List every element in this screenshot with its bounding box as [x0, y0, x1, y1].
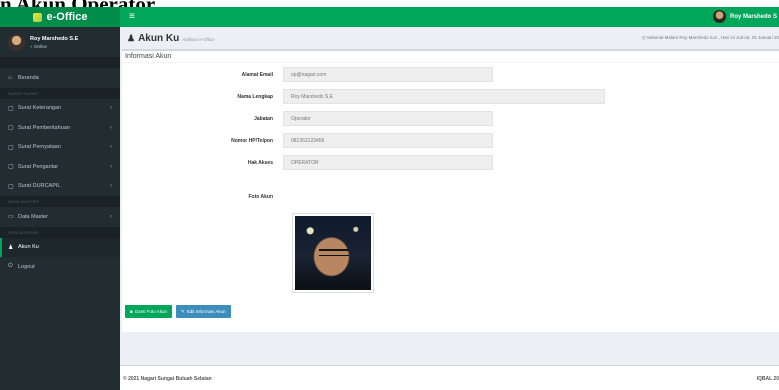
email-field[interactable]: op@nagari.com: [283, 67, 493, 82]
clock-icon: ◷: [641, 35, 646, 40]
email-label: Alamat Email: [241, 71, 273, 78]
menu-toggle-icon[interactable]: ≡: [129, 11, 135, 23]
avatar: [712, 10, 726, 23]
page-title: ♟ Akun Ku Aplikasi e-Office: [127, 33, 215, 44]
sidebar-item-label: Surat Pernyataan: [18, 144, 61, 151]
sidebar-item-label: Surat Pengantar: [18, 163, 59, 170]
sidebar-item-surat-keterangan[interactable]: ▢ Surat Keterangan ‹: [0, 99, 120, 119]
access-field[interactable]: OPERATOR: [283, 155, 493, 170]
profile-photo-image: [295, 216, 371, 290]
action-buttons: ◙ Ganti Foto Akun ✎ Edit Informasi Akun: [125, 305, 231, 318]
fullname-row: Nama Lengkap Roy Marshedo S.E: [122, 89, 605, 104]
document-icon: ▢: [8, 164, 14, 171]
glasses-shape: [319, 249, 349, 256]
sidebar-item-label: Surat DURCAPIL: [18, 183, 61, 190]
account-photo: [292, 213, 374, 293]
top-navbar: e-Office ≡ Roy Marshedo S: [0, 7, 779, 27]
access-label: Hak Akses: [247, 159, 273, 166]
chevron-left-icon: ‹: [110, 183, 112, 190]
phone-label: Nomor HP/Telpon: [231, 137, 273, 144]
access-row: Hak Akses OPERATOR: [122, 155, 493, 170]
phone-field[interactable]: 081363123456: [283, 133, 493, 148]
email-row: Alamat Email op@nagari.com: [122, 67, 493, 82]
sidebar-header: [0, 57, 120, 68]
page-title-text: Akun Ku: [138, 32, 180, 44]
phone-row: Nomor HP/Telpon 081363123456: [122, 133, 493, 148]
footer: © 2021 Nagari Sungai Buluah Selatan IQBA…: [120, 365, 779, 390]
sidebar-item-label: Surat Pemberitahuan: [18, 124, 70, 131]
sidebar: Roy Marshedo S.E ● Online ⌂ Beranda SURA…: [0, 27, 120, 390]
sidebar-item-label: Beranda: [18, 74, 39, 81]
document-icon: ▢: [8, 125, 14, 132]
sidebar-item-label: Logout: [18, 263, 35, 270]
greeting-text: ◷ Selamat Malam Roy Marshedo S.E., Hari …: [642, 35, 779, 41]
sidebar-item-label: Akun Ku: [18, 244, 39, 251]
sidebar-header: DATA MASTER: [0, 196, 120, 207]
edit-icon: ✎: [181, 308, 185, 314]
logo-icon: [32, 12, 42, 22]
top-user-name: Roy Marshedo S: [729, 13, 777, 20]
home-icon: ⌂: [8, 74, 12, 81]
avatar: [8, 33, 25, 51]
folder-icon: ▭: [8, 214, 14, 221]
sidebar-item-label: Surat Keterangan: [18, 105, 62, 112]
photo-label: Foto Akun: [248, 193, 273, 200]
sidebar-user-panel: Roy Marshedo S.E ● Online: [0, 27, 120, 57]
sidebar-item-logout[interactable]: ⏻ Logout: [0, 257, 120, 277]
box-title: Informasi Akun: [122, 51, 779, 63]
greeting-label: Selamat Malam Roy Marshedo S.E., Hari in…: [646, 35, 779, 40]
sidebar-item-akun-ku[interactable]: ♟ Akun Ku: [0, 237, 120, 257]
chevron-left-icon: ‹: [110, 144, 112, 151]
edit-info-button[interactable]: ✎ Edit Informasi Akun: [176, 305, 231, 318]
change-photo-button[interactable]: ◙ Ganti Foto Akun: [125, 305, 172, 318]
fullname-label: Nama Lengkap: [237, 93, 273, 100]
footer-copyright: © 2021 Nagari Sungai Buluah Selatan: [123, 376, 212, 382]
document-icon: ▢: [8, 105, 14, 112]
sidebar-item-data-master[interactable]: ▭ Data Master ‹: [0, 207, 120, 227]
photo-row: Foto Akun: [122, 189, 283, 204]
sidebar-header: PENGATURAN: [0, 226, 120, 238]
chevron-left-icon: ‹: [110, 163, 112, 170]
document-icon: ▢: [8, 144, 14, 151]
edit-info-label: Edit Informasi Akun: [186, 309, 226, 314]
user-icon: ♟: [8, 244, 14, 251]
user-icon: ♟: [127, 32, 136, 43]
chevron-left-icon: ‹: [110, 105, 112, 112]
sidebar-item-beranda[interactable]: ⌂ Beranda: [0, 68, 120, 88]
page-subtitle: Aplikasi e-Office: [182, 36, 215, 42]
sidebar-item-surat-pengantar[interactable]: ▢ Surat Pengantar ‹: [0, 157, 120, 177]
camera-icon: ◙: [130, 309, 133, 314]
main-content: ♟ Akun Ku Aplikasi e-Office ◷ Selamat Ma…: [120, 27, 779, 390]
power-icon: ⏻: [8, 263, 13, 270]
footer-credit: IQBAL 20: [756, 376, 779, 382]
fullname-field[interactable]: Roy Marshedo S.E: [283, 89, 605, 104]
position-field[interactable]: Operator: [283, 111, 493, 126]
chevron-left-icon: ‹: [110, 213, 112, 220]
position-row: Jabatan Operator: [122, 111, 493, 126]
sidebar-item-label: Data Master: [18, 213, 48, 220]
app-window: e-Office ≡ Roy Marshedo S Roy Marshedo S…: [0, 7, 779, 390]
chevron-left-icon: ‹: [110, 124, 112, 131]
sidebar-header: SURAT-SURAT: [0, 87, 120, 99]
sidebar-item-surat-pemberitahuan[interactable]: ▢ Surat Pemberitahuan ‹: [0, 118, 120, 138]
document-icon: ▢: [8, 183, 14, 190]
sidebar-item-surat-pernyataan[interactable]: ▢ Surat Pernyataan ‹: [0, 138, 120, 158]
sidebar-user-name: Roy Marshedo S.E: [30, 35, 79, 42]
status-badge: ● Online: [30, 44, 78, 49]
content-header: ♟ Akun Ku Aplikasi e-Office ◷ Selamat Ma…: [120, 27, 779, 49]
position-label: Jabatan: [254, 115, 273, 122]
brand-logo-area[interactable]: e-Office: [0, 7, 120, 27]
account-info-box: Informasi Akun Alamat Email op@nagari.co…: [122, 49, 779, 332]
sidebar-item-surat-durcapil[interactable]: ▢ Surat DURCAPIL ‹: [0, 177, 120, 197]
online-dot-icon: ●: [30, 43, 33, 49]
status-text: Online: [33, 43, 47, 49]
brand-title: e-Office: [46, 11, 88, 23]
top-user-menu[interactable]: Roy Marshedo S: [712, 10, 777, 23]
change-photo-label: Ganti Foto Akun: [134, 309, 167, 314]
